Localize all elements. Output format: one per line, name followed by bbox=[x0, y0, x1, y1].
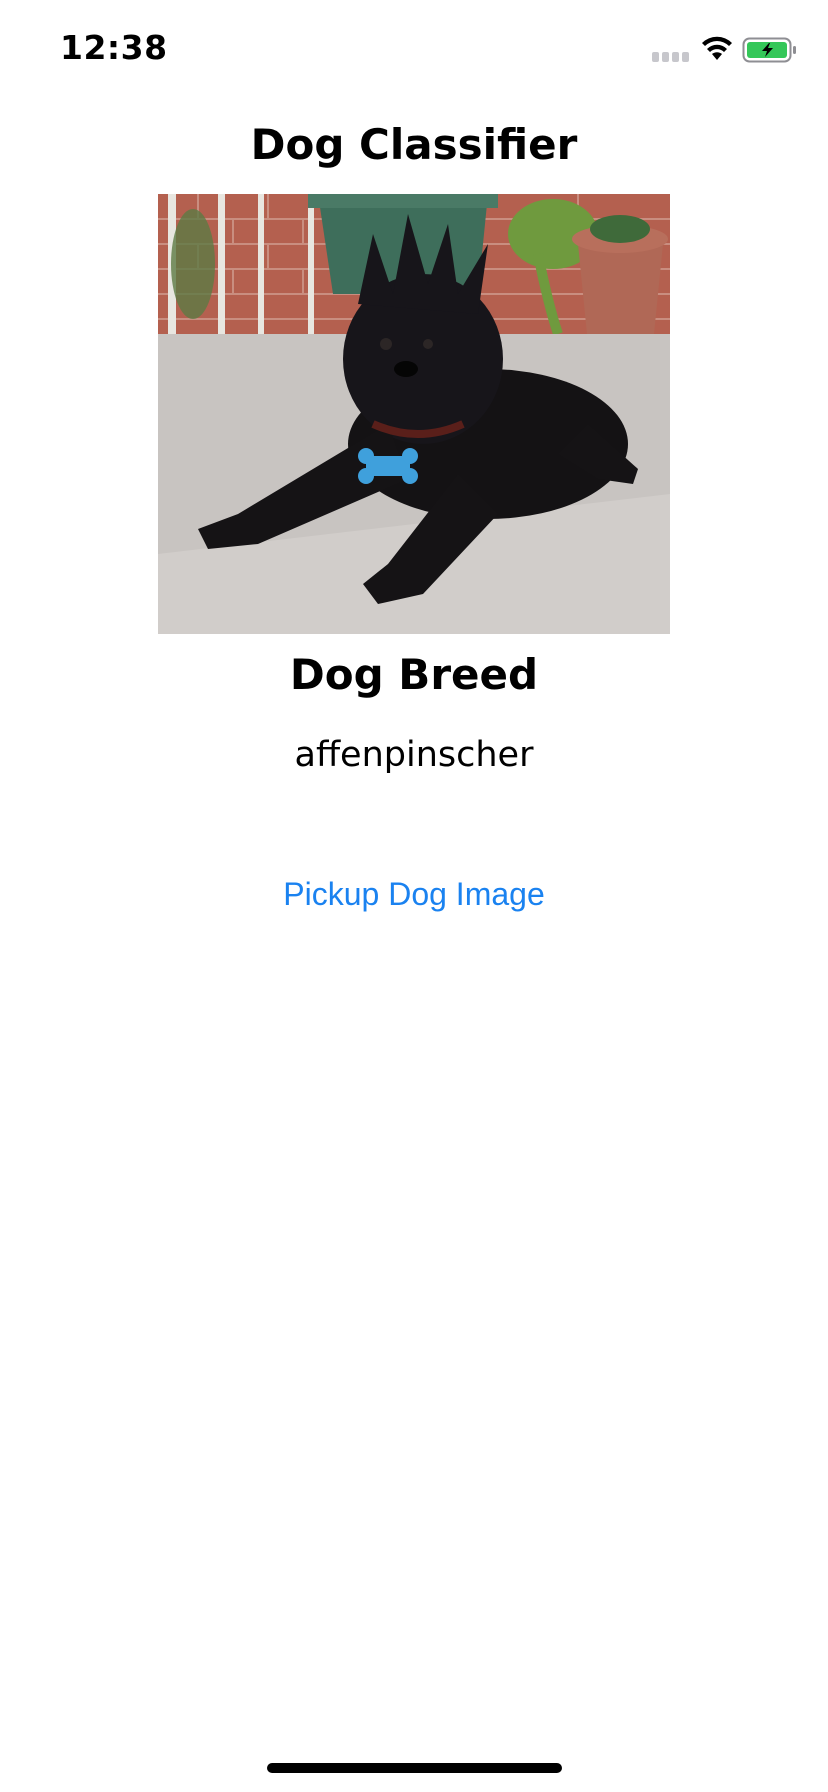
status-time: 12:38 bbox=[60, 28, 168, 67]
breed-heading: Dog Breed bbox=[289, 650, 539, 699]
pickup-dog-image-button[interactable]: Pickup Dog Image bbox=[0, 876, 828, 913]
status-bar: 12:38 bbox=[0, 0, 828, 100]
battery-charging-icon bbox=[742, 37, 796, 63]
home-indicator[interactable] bbox=[267, 1763, 562, 1773]
app-title: Dog Classifier bbox=[250, 120, 578, 169]
breed-result: affenpinscher bbox=[294, 735, 534, 775]
cellular-signal-icon bbox=[652, 52, 692, 62]
wifi-icon bbox=[702, 36, 732, 60]
dog-photo bbox=[158, 194, 670, 634]
